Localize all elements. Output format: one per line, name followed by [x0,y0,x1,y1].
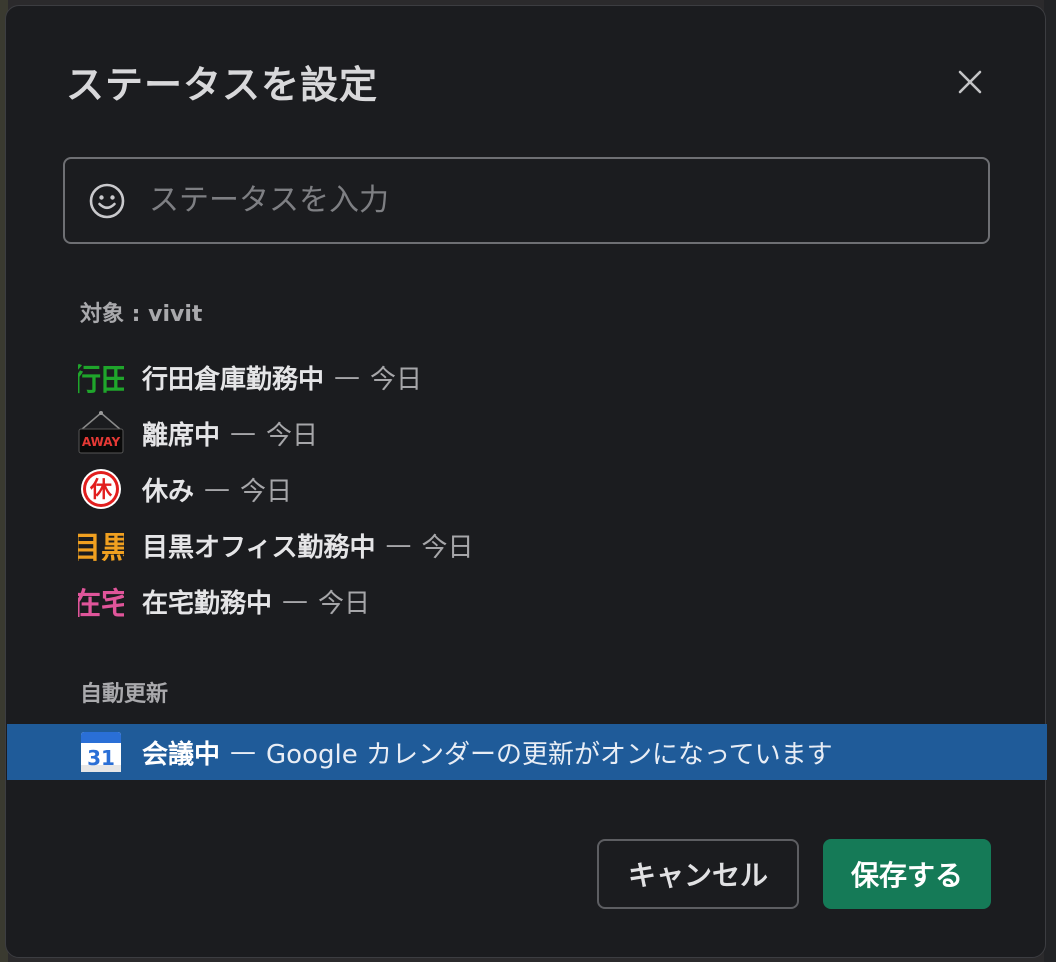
close-button[interactable] [952,64,988,100]
gyoda-emoji-text: 行田 [78,363,124,398]
status-option-away[interactable]: AWAY 離席中 — 今日 [6,405,1047,461]
status-option-name: 会議中 [142,739,221,770]
status-option-name: 目黒オフィス勤務中 [142,532,376,563]
status-input-box [63,157,990,244]
auto-update-section-label: 自動更新 [80,682,169,707]
status-option-name: 行田倉庫勤務中 [142,364,325,395]
status-option-until: 今日 [318,588,371,619]
status-option-until: 今日 [421,532,474,563]
save-button[interactable]: 保存する [823,839,991,909]
status-option-separator: — [385,530,412,560]
status-option-separator: — [282,586,309,616]
calendar-31-icon: 31 [78,729,124,775]
close-icon [958,70,982,94]
zaitaku-emoji-icon: 在宅 [78,578,124,624]
emoji-picker-button[interactable] [87,181,127,221]
away-sign-emoji-icon: AWAY [78,410,124,456]
status-option-name: 休み [142,476,195,507]
away-emoji-text: AWAY [82,435,121,449]
recent-status-list: 行田 行田倉庫勤務中 — 今日 AWAY 離席中 — 今日 休 休み — 今日 … [6,349,1047,629]
status-option-until: 今日 [266,420,319,451]
recent-section-label: 対象 : vivit [80,302,203,327]
smiley-face-icon [89,183,125,218]
status-option-rest[interactable]: 休 休み — 今日 [6,461,1047,517]
status-option-separator: — [204,474,231,504]
meguro-emoji-text: 目黒 [78,531,124,566]
set-status-dialog: ステータスを設定 対象 : vivit 行田 行田倉庫勤務中 [5,5,1047,958]
status-option-separator: — [230,737,257,767]
cancel-button[interactable]: キャンセル [597,839,799,909]
status-option-until: Google カレンダーの更新がオンになっています [266,739,833,770]
status-option-name: 在宅勤務中 [142,588,273,619]
status-option-separator: — [230,418,257,448]
gyoda-emoji-icon: 行田 [78,354,124,400]
status-text-input[interactable] [147,169,988,232]
kyuu-emoji-text: 休 [89,478,113,503]
status-option-meguro[interactable]: 目黒 目黒オフィス勤務中 — 今日 [6,517,1047,573]
status-option-in-meeting[interactable]: 31 会議中 — Google カレンダーの更新がオンになっています [7,724,1047,780]
meguro-emoji-icon: 目黒 [78,522,124,568]
status-option-name: 離席中 [142,420,221,451]
status-option-until: 今日 [370,364,423,395]
kyuu-rest-emoji-icon: 休 [78,466,124,512]
status-option-until: 今日 [240,476,293,507]
zaitaku-emoji-text: 在宅 [78,587,124,622]
calendar-day-text: 31 [87,746,115,770]
status-option-gyoda[interactable]: 行田 行田倉庫勤務中 — 今日 [6,349,1047,405]
status-option-separator: — [334,362,361,392]
dialog-title: ステータスを設定 [66,63,379,107]
status-option-zaitaku[interactable]: 在宅 在宅勤務中 — 今日 [6,573,1047,629]
